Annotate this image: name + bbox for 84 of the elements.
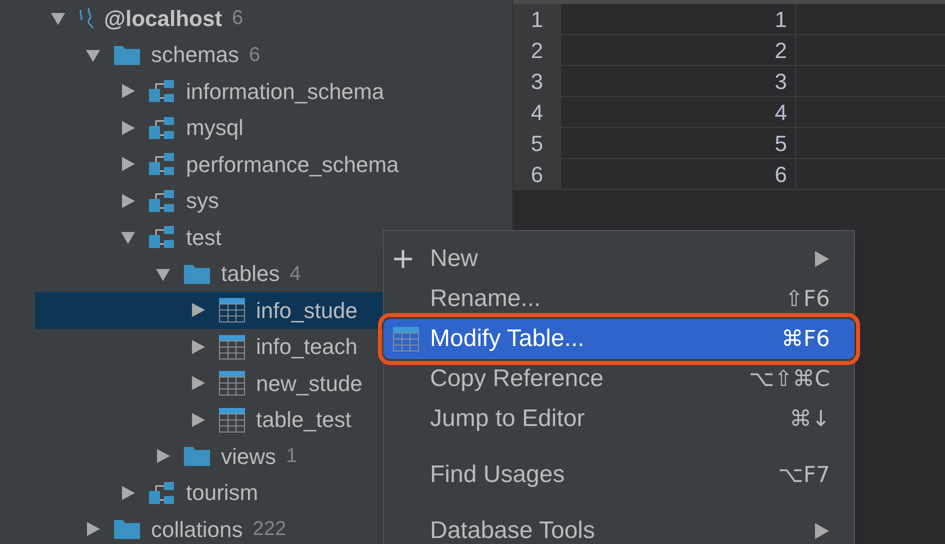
- tree-item-label: new_stude: [256, 370, 362, 398]
- menu-item-label: Find Usages: [430, 460, 565, 490]
- table-icon: [392, 326, 420, 352]
- menu-item[interactable]: Database Tools: [384, 511, 854, 544]
- tree-item-label: collations: [151, 516, 243, 544]
- expand-arrow-icon[interactable]: [120, 484, 136, 501]
- table-cell: 5: [561, 128, 796, 158]
- schema-icon: [148, 79, 176, 104]
- expand-arrow-icon[interactable]: [190, 412, 206, 428]
- table-cell: 4: [561, 97, 796, 127]
- tree-item-label: tables: [221, 260, 280, 288]
- tree-item-label: performance_schema: [186, 150, 399, 179]
- menu-item[interactable]: Modify Table... ⌘F6: [384, 319, 854, 359]
- tree-item-label: schemas: [151, 41, 240, 70]
- expand-arrow-icon[interactable]: [120, 83, 136, 100]
- expand-arrow-icon[interactable]: [85, 521, 101, 538]
- item-count: 6: [249, 42, 260, 68]
- menu-item-label: Copy Reference: [430, 364, 604, 394]
- tree-item-label: table_test: [256, 406, 352, 434]
- expand-arrow-icon[interactable]: [190, 302, 206, 318]
- shortcut-label: ⇧F6: [784, 286, 830, 314]
- table-cell: 6: [561, 159, 796, 189]
- tree-item-label: tourism: [186, 479, 258, 508]
- tree-item[interactable]: performance_schema: [35, 146, 512, 182]
- table-icon: [218, 334, 246, 360]
- tree-item-label: test: [186, 224, 222, 252]
- schema-icon: [148, 188, 176, 213]
- row-number: 5: [513, 128, 561, 158]
- folder-icon: [113, 44, 141, 66]
- schema-icon: [148, 116, 176, 140]
- row-number: 2: [513, 35, 561, 65]
- expand-arrow-icon[interactable]: [155, 448, 171, 464]
- tree-item-label: information_schema: [186, 78, 384, 106]
- tree-item-label: sys: [186, 187, 219, 216]
- shortcut-label: ⌘↓: [790, 406, 830, 434]
- item-count: 6: [232, 6, 244, 32]
- table-cell: 1: [561, 4, 796, 34]
- expand-arrow-icon[interactable]: [190, 375, 206, 392]
- menu-item-label: New: [430, 244, 478, 274]
- tree-item[interactable]: sys: [35, 182, 512, 219]
- item-count: 1: [286, 444, 298, 470]
- menu-item[interactable]: Copy Reference ⌥⇧⌘C: [384, 359, 854, 399]
- tree-item-label: @localhost: [104, 4, 222, 33]
- table-icon: [218, 297, 246, 324]
- tree-item-label: mysql: [186, 114, 244, 142]
- row-number: 6: [513, 159, 561, 189]
- collapse-arrow-icon[interactable]: [50, 10, 66, 26]
- table-icon: [218, 406, 246, 433]
- tree-item[interactable]: information_schema: [35, 73, 512, 110]
- schema-icon: [148, 480, 176, 505]
- expand-arrow-icon[interactable]: [190, 338, 206, 355]
- connection-icon: [78, 7, 94, 30]
- table-cell: 3: [561, 66, 796, 96]
- tree-item-label: views: [221, 442, 276, 471]
- folder-icon: [113, 518, 141, 540]
- tree-item[interactable]: @localhost 6: [35, 0, 512, 36]
- tree-item-label: info_teach: [256, 333, 358, 362]
- schema-icon: [148, 225, 176, 250]
- item-count: 222: [252, 517, 286, 542]
- tree-item[interactable]: schemas 6: [35, 36, 512, 73]
- collapse-arrow-icon[interactable]: [120, 229, 136, 246]
- menu-item[interactable]: Jump to Editor ⌘↓: [384, 399, 854, 439]
- row-number: 1: [513, 4, 561, 34]
- expand-arrow-icon[interactable]: [120, 120, 136, 136]
- schema-icon: [148, 152, 176, 176]
- tree-item-label: info_stude: [256, 296, 358, 325]
- row-number: 3: [513, 66, 561, 96]
- menu-item[interactable]: Find Usages ⌥F7: [384, 455, 854, 495]
- folder-icon: [183, 445, 211, 468]
- table-icon: [218, 370, 246, 396]
- shortcut-label: ⌥F7: [778, 462, 830, 490]
- expand-arrow-icon[interactable]: [120, 192, 136, 209]
- menu-item-label: Database Tools: [430, 516, 595, 544]
- folder-icon: [183, 262, 211, 285]
- item-count: 4: [290, 262, 301, 287]
- tree-item[interactable]: mysql: [35, 110, 512, 146]
- expand-arrow-icon[interactable]: [120, 156, 136, 172]
- plus-icon: [392, 248, 414, 270]
- shortcut-label: ⌘F6: [781, 326, 830, 354]
- menu-item-label: Jump to Editor: [430, 404, 585, 434]
- table-cell: 2: [561, 35, 796, 65]
- row-number: 4: [513, 97, 561, 127]
- shortcut-label: ⌥⇧⌘C: [748, 366, 830, 394]
- menu-item[interactable]: New: [384, 239, 854, 279]
